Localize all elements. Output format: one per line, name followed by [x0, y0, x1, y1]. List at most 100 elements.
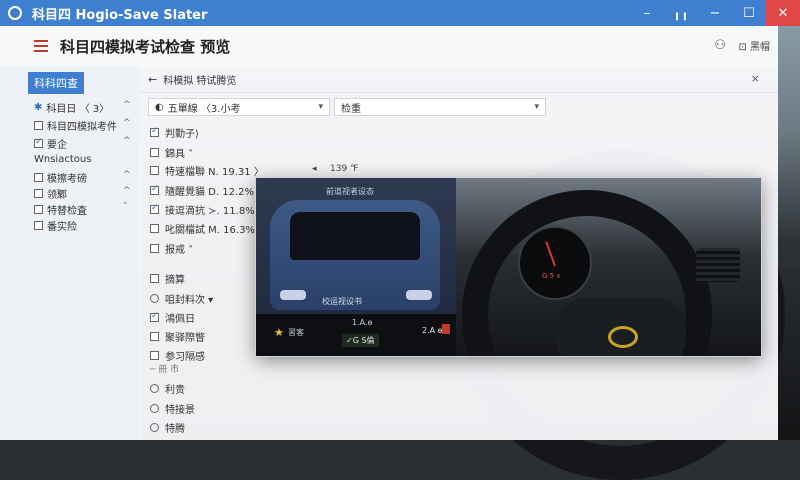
row-checkbox[interactable]: [150, 203, 159, 214]
star-icon: ✱: [34, 102, 43, 113]
sidebar-item-2[interactable]: 要企: [34, 136, 67, 151]
list-item[interactable]: 判勤子⟩: [150, 125, 199, 140]
radio-button[interactable]: [150, 384, 159, 393]
sidebar-item-6[interactable]: 特替检査: [34, 202, 87, 217]
star-icon: ★: [274, 326, 284, 339]
radio-button[interactable]: [150, 423, 159, 432]
window-controls: – ╻╻ − ☐ ✕: [630, 0, 800, 26]
page-title: 科目四模拟考试检查 预览: [60, 37, 231, 56]
sidebar-item-label: 模擦考磅: [47, 174, 87, 185]
chevron-up-icon[interactable]: ^: [123, 186, 131, 196]
chevron-up-icon[interactable]: ^: [123, 118, 131, 128]
sidebar-checkbox[interactable]: [34, 189, 43, 198]
list-item[interactable]: 参习隔感: [150, 348, 205, 363]
help-button[interactable]: ⊡ 黑帽: [738, 38, 770, 53]
radio-label: 利贵: [165, 385, 185, 396]
list-item[interactable]: 錦具 ˅: [150, 145, 193, 160]
chevron-up-icon[interactable]: ^: [123, 100, 131, 110]
user-icon[interactable]: ⚇: [714, 38, 726, 53]
scroll-hint: ─ 冊 市: [150, 365, 180, 375]
mode-select-value: 五單線 〈3.小考: [167, 103, 241, 115]
minus-button[interactable]: −: [698, 0, 732, 26]
chevron-up-icon[interactable]: ^: [123, 170, 131, 180]
panel-close-icon[interactable]: ×: [751, 72, 760, 85]
chevron-down-icon: ▾: [318, 102, 323, 112]
gauge-needle: [545, 241, 556, 267]
exterior-camera-view: 前道视者设态 校运视设书 ★ 習客 1.A.ѳ ✓G S倫 2.A ѳ: [256, 178, 456, 356]
status-right-text: 2.A ѳ: [422, 326, 443, 335]
half-circle-icon: ◐: [155, 101, 164, 113]
sidebar-checkbox[interactable]: [34, 221, 43, 230]
sidebar-item-0[interactable]: ✱ 科目日 〈 3〉: [34, 100, 109, 115]
row-label: 报戒 ˅: [165, 245, 194, 256]
radio-option[interactable]: 特接景: [150, 401, 195, 416]
close-button[interactable]: ✕: [766, 0, 800, 26]
row-checkbox[interactable]: [150, 126, 159, 137]
row-checkbox[interactable]: [150, 332, 159, 341]
row-checkbox[interactable]: [150, 274, 159, 283]
sidebar-checkbox[interactable]: [34, 121, 43, 130]
list-item[interactable]: 鴻佩日: [150, 310, 195, 325]
camera-mid-label: 校运视设书: [322, 297, 362, 306]
back-arrow-icon[interactable]: ←: [148, 73, 157, 86]
row-checkbox[interactable]: [150, 184, 159, 195]
sidebar-item-label: 番实险: [47, 222, 77, 233]
row-checkbox[interactable]: [150, 351, 159, 360]
status-center-badge: ✓G S倫: [342, 334, 379, 347]
sidebar-checkbox[interactable]: [34, 137, 43, 148]
warning-icon: [442, 324, 450, 334]
check-select[interactable]: 检重 ▾: [334, 98, 546, 116]
car-windshield-graphic: [290, 212, 420, 260]
sidebar-item-5[interactable]: 领鄹: [34, 186, 67, 201]
breadcrumb: 科模拟 特试腾览: [163, 75, 237, 87]
mode-select[interactable]: ◐ 五單線 〈3.小考 ▾: [148, 98, 330, 116]
radio-label: 特腾: [165, 424, 185, 435]
list-item[interactable]: 聚驿際瞥: [150, 329, 205, 344]
list-item[interactable]: 接逗滴抗 ≻. 11.8%: [150, 202, 255, 217]
row-label: 咀封料次 ▾: [165, 295, 214, 306]
list-item[interactable]: 咀封料次 ▾: [150, 291, 213, 306]
list-item[interactable]: 摘算: [150, 271, 185, 286]
list-item[interactable]: 隨醒覺貓 D. 12.2%: [150, 183, 254, 198]
air-vent-graphic: [696, 248, 740, 282]
row-label: 錦具 ˅: [165, 149, 194, 160]
radio-option[interactable]: 利贵: [150, 381, 185, 396]
row-checkbox[interactable]: [150, 148, 159, 157]
row-label: 摘算: [165, 275, 185, 286]
list-item[interactable]: 叱關檔試 M. 16.3%: [150, 221, 255, 236]
row-label: 特速檔聯 N. 19.31 〉: [165, 167, 264, 178]
maximize-button[interactable]: ☐: [732, 0, 766, 26]
row-label: 参习隔感: [165, 352, 205, 363]
menu-icon[interactable]: [34, 40, 48, 52]
speedometer-gauge: G 5 ɤ: [518, 226, 592, 300]
row-checkbox[interactable]: [150, 166, 159, 175]
radio-option[interactable]: 特腾: [150, 420, 185, 435]
sidebar-item-1[interactable]: 科目四模拟考件: [34, 118, 117, 133]
row-value: 139 ℉: [330, 164, 359, 174]
sidebar-item-label: Wnsiactous: [34, 154, 92, 165]
camera-top-label: 前道视者设态: [326, 187, 374, 196]
sidebar-item-3[interactable]: Wnsiactous: [34, 154, 91, 165]
row-radio[interactable]: [150, 294, 159, 303]
row-checkbox[interactable]: [150, 224, 159, 233]
sidebar-item-label: 特替检査: [47, 206, 87, 217]
row-checkbox[interactable]: [150, 311, 159, 322]
camera-preview-card[interactable]: 前道视者设态 校运视设书 ★ 習客 1.A.ѳ ✓G S倫 2.A ѳ G 5 …: [256, 178, 761, 356]
sidebar-checkbox[interactable]: [34, 205, 43, 214]
sidebar-item-7[interactable]: 番实险: [34, 218, 77, 233]
row-checkbox[interactable]: [150, 244, 159, 253]
chart-icon-button[interactable]: ╻╻: [664, 0, 698, 26]
radio-label: 特接景: [165, 405, 195, 416]
sidebar-heading[interactable]: 科科四查: [28, 72, 84, 94]
row-label: 聚驿際瞥: [165, 333, 205, 344]
sidebar-item-4[interactable]: 模擦考磅: [34, 170, 87, 185]
status-left-text: 習客: [288, 328, 304, 337]
chevron-down-icon[interactable]: ˅: [123, 202, 128, 212]
check-select-value: 检重: [341, 103, 361, 115]
list-item[interactable]: 特速檔聯 N. 19.31 〉: [150, 163, 264, 178]
sidebar-checkbox[interactable]: [34, 173, 43, 182]
list-item[interactable]: 报戒 ˅: [150, 241, 193, 256]
minimize-button[interactable]: –: [630, 0, 664, 26]
chevron-up-icon[interactable]: ^: [123, 136, 131, 146]
radio-button[interactable]: [150, 404, 159, 413]
